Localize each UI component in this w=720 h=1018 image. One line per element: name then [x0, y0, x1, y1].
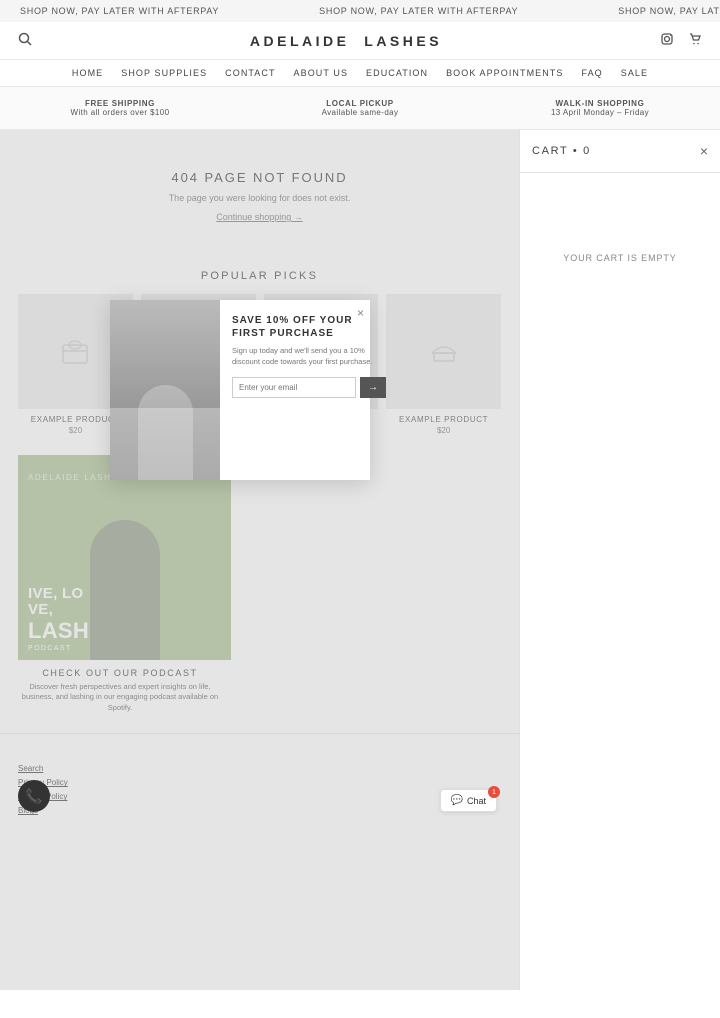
nav-contact[interactable]: CONTACT [225, 68, 275, 78]
header-icons [660, 32, 702, 49]
popup-input-row: → [232, 377, 386, 398]
popup-person-bg [110, 300, 220, 480]
ticker-item-2: SHOP NOW, PAY LATER WITH AFTERPAY [299, 6, 538, 16]
nav-faq[interactable]: FAQ [581, 68, 602, 78]
header-logo: ADELAIDE LASHES [32, 33, 660, 49]
popup-form: SAVE 10% OFF YOUR FIRST PURCHASE Sign up… [220, 300, 398, 480]
popup-close-button[interactable]: × [357, 306, 364, 320]
phone-button[interactable]: 📞 [18, 780, 50, 812]
dim-overlay [0, 130, 519, 990]
main-nav: HOME SHOP SUPPLIES CONTACT ABOUT US EDUC… [0, 60, 720, 87]
popup-image [110, 300, 220, 480]
cart-close-button[interactable]: × [700, 144, 708, 158]
nav-about[interactable]: ABOUT US [294, 68, 348, 78]
header-left [18, 32, 32, 49]
info-walkin: WALK-IN SHOPPING 13 April Monday – Frida… [480, 95, 720, 121]
cart-header: CART • 0 × [520, 130, 720, 173]
popup-email-input[interactable] [232, 377, 356, 398]
chat-label: Chat [467, 796, 486, 806]
cart-title: CART • 0 [532, 145, 591, 157]
cart-panel: CART • 0 × YOUR CART IS EMPTY [519, 130, 720, 990]
info-bar: FREE SHIPPING With all orders over $100 … [0, 87, 720, 130]
header: ADELAIDE LASHES [0, 22, 720, 60]
logo-prefix: ADELAIDE [250, 33, 350, 49]
instagram-icon[interactable] [660, 32, 674, 49]
phone-icon: 📞 [25, 788, 42, 805]
nav-home[interactable]: HOME [72, 68, 103, 78]
cart-icon[interactable] [688, 32, 702, 49]
logo-suffix: LASHES [364, 33, 442, 49]
cart-empty-message: YOUR CART IS EMPTY [520, 173, 720, 343]
popup-wrapper: × SAVE 10% OFF YOUR FIRST PURCHASE [110, 300, 370, 480]
nav-sale[interactable]: SALE [621, 68, 648, 78]
main-content: 404 PAGE NOT FOUND The page you were loo… [0, 130, 519, 990]
nav-shop[interactable]: SHOP SUPPLIES [121, 68, 207, 78]
discount-popup: × SAVE 10% OFF YOUR FIRST PURCHASE [110, 300, 370, 480]
submit-arrow-icon: → [368, 382, 378, 393]
chat-button[interactable]: 💬 Chat 1 [440, 789, 497, 812]
main-wrapper: 404 PAGE NOT FOUND The page you were loo… [0, 130, 720, 990]
nav-education[interactable]: EDUCATION [366, 68, 428, 78]
ticker-item-3: SHOP NOW, PAY LATER WITH AFTERPAY [598, 6, 720, 16]
shopify-icon: 💬 [451, 795, 463, 806]
info-local: LOCAL PICKUP Available same-day [240, 95, 480, 121]
ticker-bar: SHOP NOW, PAY LATER WITH AFTERPAY SHOP N… [0, 0, 720, 22]
popup-subtext: Sign up today and we'll send you a 10% d… [232, 346, 386, 367]
search-icon[interactable] [18, 32, 32, 49]
chat-badge: 1 [488, 786, 500, 798]
info-shipping: FREE SHIPPING With all orders over $100 [0, 95, 240, 121]
popup-submit-button[interactable]: → [360, 377, 386, 398]
ticker-item-1: SHOP NOW, PAY LATER WITH AFTERPAY [0, 6, 239, 16]
nav-book[interactable]: BOOK APPOINTMENTS [446, 68, 563, 78]
